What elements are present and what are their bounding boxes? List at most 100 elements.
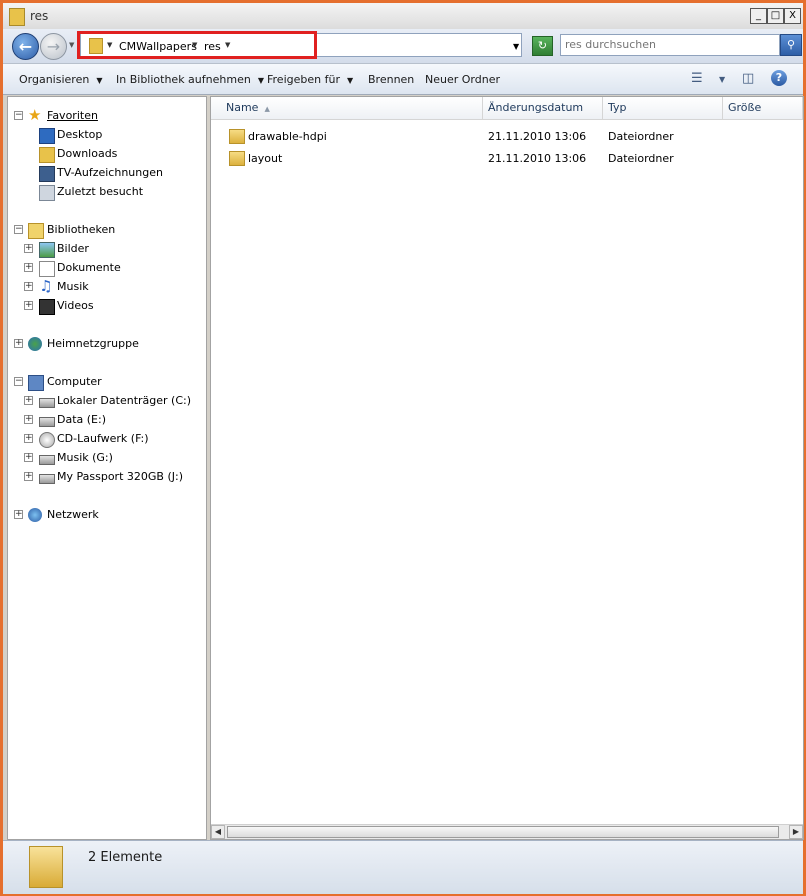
chevron-down-icon: ▼: [96, 76, 103, 85]
file-type: Dateiordner: [608, 152, 674, 165]
explorer-window: res _ □ X ← → ▼ ▼ CMWallpapers ▼ res ▼ ▼…: [0, 0, 806, 896]
nav-label: Computer: [47, 375, 102, 388]
collapse-icon[interactable]: −: [14, 111, 23, 120]
nav-label: Dokumente: [57, 261, 121, 274]
hard-drive-icon: [39, 398, 55, 408]
scroll-left-button[interactable]: ◀: [211, 825, 225, 839]
minimize-button[interactable]: _: [750, 8, 767, 24]
nav-label: Bilder: [57, 242, 89, 255]
back-button[interactable]: ←: [12, 33, 39, 60]
documents-icon: [39, 261, 55, 277]
nav-label: TV-Aufzeichnungen: [57, 166, 163, 179]
pictures-icon: [39, 242, 55, 258]
file-name: layout: [248, 152, 283, 165]
nav-label: Favoriten: [47, 109, 98, 122]
navigation-pane: − ★ Favoriten Desktop Downloads TV-Aufze…: [7, 96, 207, 840]
preview-pane-icon[interactable]: ◫: [742, 71, 754, 86]
burn-button[interactable]: Brennen: [368, 73, 414, 86]
file-name: drawable-hdpi: [248, 130, 327, 143]
expand-icon[interactable]: +: [24, 434, 33, 443]
expand-icon[interactable]: +: [24, 244, 33, 253]
scroll-right-button[interactable]: ▶: [789, 825, 803, 839]
include-library-label: In Bibliothek aufnehmen: [116, 73, 251, 86]
column-label: Name: [226, 101, 259, 114]
new-folder-button[interactable]: Neuer Ordner: [425, 73, 500, 86]
expand-icon[interactable]: +: [24, 301, 33, 310]
organize-menu[interactable]: Organisieren ▼: [19, 73, 102, 86]
recent-places-icon: [39, 185, 55, 201]
nav-label: Musik (G:): [57, 451, 113, 464]
folder-icon: [29, 846, 63, 888]
file-row[interactable]: drawable-hdpi 21.11.2010 13:06 Dateiordn…: [211, 126, 803, 146]
file-row[interactable]: layout 21.11.2010 13:06 Dateiordner: [211, 148, 803, 168]
computer-icon: [28, 375, 44, 391]
nav-label: Musik: [57, 280, 89, 293]
collapse-icon[interactable]: −: [14, 377, 23, 386]
nav-label: Downloads: [57, 147, 118, 160]
include-in-library-menu[interactable]: In Bibliothek aufnehmen ▼: [116, 73, 264, 86]
folder-icon: [229, 129, 245, 144]
libraries-icon: [28, 223, 44, 239]
chevron-down-icon[interactable]: ▼: [719, 75, 725, 84]
search-box[interactable]: [560, 34, 780, 56]
file-type: Dateiordner: [608, 130, 674, 143]
forward-button[interactable]: →: [40, 33, 67, 60]
downloads-icon: [39, 147, 55, 163]
chevron-down-icon: ▼: [346, 76, 354, 85]
recent-pages-dropdown-icon[interactable]: ▼: [69, 41, 74, 49]
address-bar-area: ← → ▼ ▼ CMWallpapers ▼ res ▼ ▼ ↻ ⚲: [3, 29, 803, 64]
hard-drive-icon: [39, 417, 55, 427]
refresh-button[interactable]: ↻: [532, 36, 553, 56]
film-icon: [39, 299, 55, 315]
folder-icon: [9, 8, 25, 26]
share-with-menu[interactable]: Freigeben für ▼: [267, 73, 353, 86]
nav-label: Bibliotheken: [47, 223, 116, 236]
file-date: 21.11.2010 13:06: [488, 152, 587, 165]
homegroup-icon: [28, 337, 42, 351]
search-input[interactable]: [561, 35, 774, 53]
item-count: 2 Elemente: [88, 850, 163, 865]
column-header-type[interactable]: Typ: [603, 97, 723, 119]
help-button[interactable]: ?: [771, 70, 787, 86]
expand-icon[interactable]: +: [24, 282, 33, 291]
nav-label: CD-Laufwerk (F:): [57, 432, 149, 445]
annotation-highlight-box: [77, 31, 317, 59]
nav-label: Heimnetzgruppe: [47, 337, 139, 350]
desktop-icon: [39, 128, 55, 144]
tv-icon: [39, 166, 55, 182]
close-button[interactable]: X: [784, 8, 801, 24]
details-pane: 2 Elemente: [3, 840, 803, 894]
expand-icon[interactable]: +: [14, 510, 23, 519]
nav-label: Data (E:): [57, 413, 107, 426]
column-header-size[interactable]: Größe: [723, 97, 803, 119]
collapse-icon[interactable]: −: [14, 225, 23, 234]
column-header-date[interactable]: Änderungsdatum: [483, 97, 603, 119]
file-date: 21.11.2010 13:06: [488, 130, 587, 143]
star-icon: ★: [28, 106, 42, 124]
title-bar[interactable]: res _ □ X: [3, 3, 803, 29]
sort-ascending-icon: ▲: [264, 105, 270, 113]
share-with-label: Freigeben für: [267, 73, 340, 86]
chevron-down-icon: ▼: [257, 76, 264, 85]
address-history-dropdown-icon[interactable]: ▼: [513, 42, 519, 51]
expand-icon[interactable]: +: [24, 396, 33, 405]
nav-label: Lokaler Datenträger (C:): [57, 394, 192, 407]
expand-icon[interactable]: +: [14, 339, 23, 348]
expand-icon[interactable]: +: [24, 453, 33, 462]
scrollbar-thumb[interactable]: [227, 826, 779, 838]
column-header-name[interactable]: Name ▲: [221, 97, 483, 119]
window-title: res: [30, 9, 49, 23]
maximize-button[interactable]: □: [767, 8, 784, 24]
command-bar: Organisieren ▼ In Bibliothek aufnehmen ▼ F…: [3, 64, 803, 95]
nav-label: Zuletzt besucht: [57, 185, 144, 198]
horizontal-scrollbar[interactable]: ◀ ▶: [211, 824, 803, 839]
expand-icon[interactable]: +: [24, 472, 33, 481]
search-icon[interactable]: ⚲: [780, 34, 802, 56]
file-list-pane: Name ▲ Änderungsdatum Typ Größe drawable-…: [210, 96, 804, 840]
nav-label: My Passport 320GB (J:): [57, 470, 183, 483]
view-options-icon[interactable]: ☰: [691, 71, 703, 86]
expand-icon[interactable]: +: [24, 263, 33, 272]
organize-label: Organisieren: [19, 73, 90, 86]
expand-icon[interactable]: +: [24, 415, 33, 424]
nav-label: Videos: [57, 299, 94, 312]
